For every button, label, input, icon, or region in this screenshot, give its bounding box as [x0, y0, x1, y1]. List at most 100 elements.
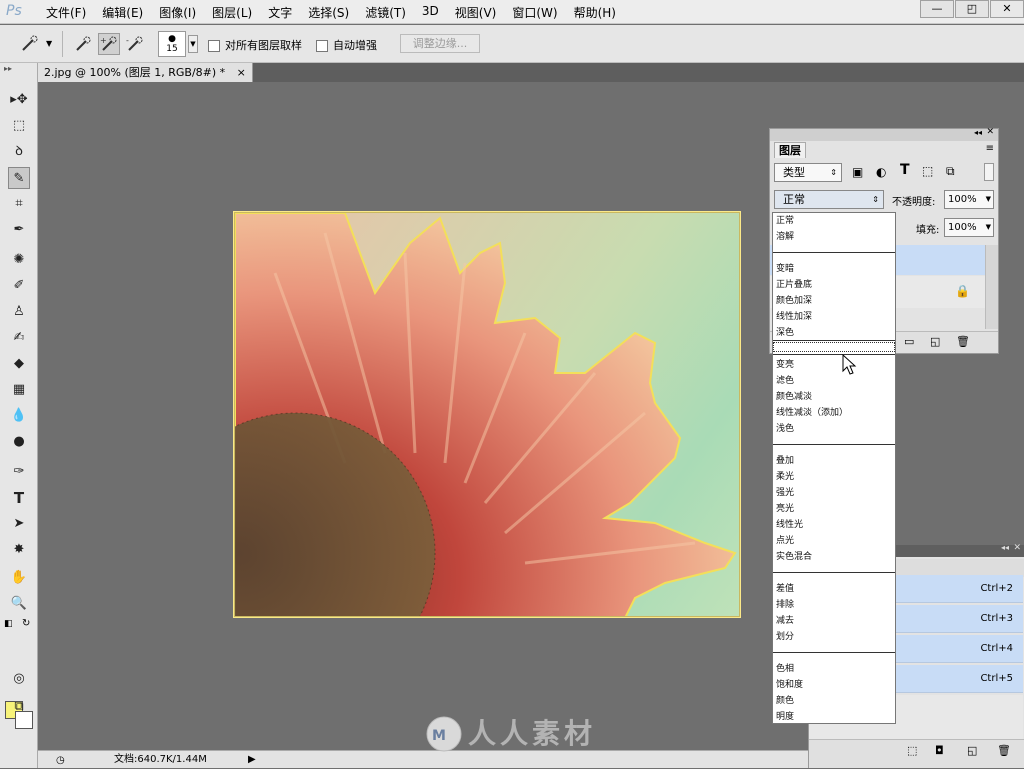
new-layer-icon[interactable]: ◱ — [930, 335, 940, 348]
blend-option[interactable]: 滤色 — [776, 375, 794, 387]
layers-scrollbar[interactable] — [985, 245, 998, 329]
menu-view[interactable]: 视图(V) — [447, 4, 505, 21]
adjustment-filter-icon[interactable]: ◐ — [876, 165, 886, 179]
load-selection-icon[interactable]: ⬚ — [907, 744, 917, 757]
blend-option[interactable]: 线性加深 — [776, 311, 812, 323]
quick-selection-preset-icon[interactable] — [18, 33, 40, 55]
delete-layer-icon[interactable]: 🗑 — [956, 335, 970, 348]
blend-option[interactable]: 饱和度 — [776, 679, 803, 691]
dodge-tool-icon[interactable]: ● — [8, 431, 30, 453]
blend-option[interactable]: 色相 — [776, 663, 794, 675]
quick-selection-tool-icon[interactable]: ✎ — [8, 167, 30, 189]
crop-tool-icon[interactable]: ⌗ — [8, 193, 30, 215]
brush-tool-icon[interactable]: ✐ — [8, 275, 30, 297]
tab-layers[interactable]: 图层 — [774, 142, 806, 158]
menu-file[interactable]: 文件(F) — [38, 4, 94, 21]
pixel-filter-icon[interactable]: ▣ — [852, 165, 863, 179]
preset-dropdown-arrow-icon[interactable]: ▼ — [46, 39, 52, 48]
type-filter-icon[interactable]: T — [900, 162, 910, 178]
brush-size-picker[interactable]: ● 15 — [158, 31, 186, 57]
close-button[interactable]: ✕ — [990, 0, 1024, 18]
shape-tool-icon[interactable]: ✸ — [8, 539, 30, 561]
new-group-icon[interactable]: ▭ — [904, 335, 914, 348]
refine-edge-button[interactable]: 调整边缘... — [400, 34, 480, 53]
new-channel-icon[interactable]: ◱ — [967, 744, 977, 757]
blend-option[interactable]: 正常 — [776, 215, 794, 227]
blend-option[interactable]: 溶解 — [776, 231, 794, 243]
blend-option[interactable]: 深色 — [776, 327, 794, 339]
eyedropper-tool-icon[interactable]: ✒ — [8, 219, 30, 241]
subtract-from-selection-icon[interactable]: - — [124, 33, 146, 55]
clone-stamp-tool-icon[interactable]: ♙ — [8, 301, 30, 323]
hand-tool-icon[interactable]: ✋ — [8, 567, 30, 589]
menu-help[interactable]: 帮助(H) — [566, 4, 624, 21]
swap-colors-icon[interactable]: ↻ — [22, 618, 30, 629]
path-selection-tool-icon[interactable]: ➤ — [8, 513, 30, 535]
auto-enhance-checkbox[interactable] — [316, 40, 328, 52]
blend-option[interactable]: 线性减淡（添加） — [776, 407, 848, 419]
blend-option[interactable]: 差值 — [776, 583, 794, 595]
toolbox-collapse-icon[interactable]: ▸▸ — [4, 64, 12, 73]
blend-option[interactable]: 点光 — [776, 535, 794, 547]
sample-all-layers-option[interactable]: 对所有图层取样 — [208, 37, 302, 53]
filter-toggle[interactable] — [984, 163, 994, 181]
menu-type[interactable]: 文字 — [260, 4, 300, 21]
history-brush-tool-icon[interactable]: ✍ — [8, 327, 30, 349]
new-selection-icon[interactable] — [72, 33, 94, 55]
blend-mode-select[interactable]: 正常 ⇕ — [774, 190, 884, 209]
document-tab[interactable]: 2.jpg @ 100% (图层 1, RGB/8#) * × — [38, 63, 253, 82]
image-canvas[interactable] — [234, 212, 740, 617]
pen-tool-icon[interactable]: ✑ — [8, 461, 30, 483]
opacity-input[interactable]: 100% ▼ — [944, 190, 994, 209]
blend-option[interactable]: 线性光 — [776, 519, 803, 531]
layer-filter-kind-select[interactable]: 类型 ⇕ — [774, 163, 842, 182]
document-close-icon[interactable]: × — [237, 66, 246, 79]
blend-option[interactable]: 颜色减淡 — [776, 391, 812, 403]
panel-menu-icon[interactable]: ≡ — [986, 143, 994, 154]
blend-option[interactable]: 颜色加深 — [776, 295, 812, 307]
move-tool-icon[interactable]: ▸✥ — [8, 89, 30, 111]
collapse-panel-icon[interactable]: ◂◂ — [1001, 543, 1009, 552]
smart-object-filter-icon[interactable]: ⧉ — [946, 164, 955, 179]
screen-mode-icon[interactable]: ⧉ — [8, 696, 30, 718]
menu-edit[interactable]: 编辑(E) — [94, 4, 151, 21]
default-colors-icon[interactable]: ◧ — [4, 619, 13, 629]
blend-option[interactable]: 浅色 — [776, 423, 794, 435]
status-clock-icon[interactable]: ◷ — [56, 752, 65, 769]
fill-arrow-icon[interactable]: ▼ — [986, 219, 991, 236]
menu-filter[interactable]: 滤镜(T) — [357, 4, 414, 21]
gradient-tool-icon[interactable]: ▦ — [8, 379, 30, 401]
delete-channel-icon[interactable]: 🗑 — [997, 744, 1011, 757]
blend-option[interactable]: 叠加 — [776, 455, 794, 467]
menu-select[interactable]: 选择(S) — [300, 4, 357, 21]
shape-filter-icon[interactable]: ⬚ — [922, 164, 933, 178]
brush-dropdown-arrow-icon[interactable]: ▼ — [188, 35, 198, 53]
quick-mask-icon[interactable]: ◎ — [8, 668, 30, 690]
blend-option[interactable]: 柔光 — [776, 471, 794, 483]
menu-image[interactable]: 图像(I) — [151, 4, 204, 21]
blend-option[interactable]: 变暗 — [776, 263, 794, 275]
blend-option[interactable]: 明度 — [776, 711, 794, 723]
fill-input[interactable]: 100% ▼ — [944, 218, 994, 237]
type-tool-icon[interactable]: T — [8, 487, 30, 509]
blend-option[interactable]: 变亮 — [776, 359, 794, 371]
opacity-arrow-icon[interactable]: ▼ — [986, 191, 991, 208]
menu-layer[interactable]: 图层(L) — [204, 4, 260, 21]
auto-enhance-option[interactable]: 自动增强 — [316, 37, 377, 53]
add-to-selection-icon[interactable]: + — [98, 33, 120, 55]
lasso-tool-icon[interactable]: ꝺ — [8, 141, 30, 163]
blend-option[interactable]: 强光 — [776, 487, 794, 499]
blend-option[interactable]: 亮光 — [776, 503, 794, 515]
blend-option[interactable]: 划分 — [776, 631, 794, 643]
restore-button[interactable]: ◰ — [955, 0, 989, 18]
status-menu-arrow-icon[interactable]: ▶ — [248, 751, 256, 768]
close-panel-icon[interactable]: ✕ — [1013, 543, 1021, 553]
zoom-tool-icon[interactable]: 🔍 — [8, 593, 30, 615]
blend-option[interactable]: 排除 — [776, 599, 794, 611]
sample-all-layers-checkbox[interactable] — [208, 40, 220, 52]
eraser-tool-icon[interactable]: ◆ — [8, 353, 30, 375]
blend-option[interactable]: 减去 — [776, 615, 794, 627]
minimize-button[interactable]: — — [920, 0, 954, 18]
close-panel-icon[interactable]: ✕ — [986, 127, 994, 137]
menu-3d[interactable]: 3D — [414, 4, 447, 21]
